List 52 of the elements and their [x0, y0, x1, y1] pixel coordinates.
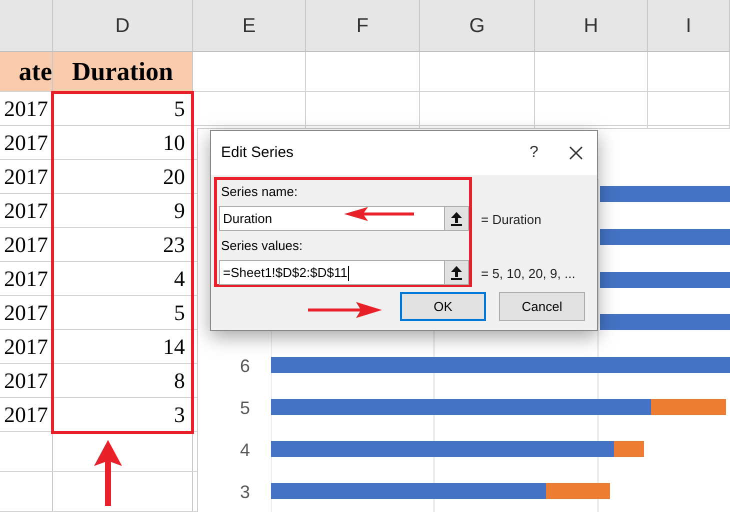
table-cell-text: 10 [163, 129, 185, 157]
table-cell-text: 3 [174, 401, 185, 429]
field-value: =Sheet1!$D$2:$D$11 [223, 264, 350, 282]
help-button[interactable]: ? [519, 141, 549, 165]
table-cell-text: 2017 [4, 129, 48, 157]
axis-label: 5 [240, 397, 250, 420]
up-arrow-icon [94, 440, 122, 506]
right-arrow-icon [308, 302, 382, 318]
table-cell-text: 9 [174, 197, 185, 225]
table-cell-text: 2017 [4, 163, 48, 191]
column-header[interactable]: H [584, 10, 598, 40]
column-header[interactable]: I [686, 10, 692, 40]
table-cell-text: 14 [163, 333, 185, 361]
close-icon[interactable] [569, 146, 583, 160]
table-cell-text: 23 [163, 231, 185, 259]
input-field[interactable]: Duration [219, 206, 469, 231]
axis-label: 4 [240, 439, 250, 462]
column-header[interactable]: G [469, 10, 485, 40]
upload-arrow-icon [451, 266, 462, 280]
table-cell-text: Duration [72, 56, 174, 88]
table-cell-text: 2017 [4, 333, 48, 361]
table-cell-text: 2017 [4, 401, 48, 429]
table-cell-text: 2017 [4, 95, 48, 123]
table-cell-text: ate [18, 56, 52, 88]
collapse-button[interactable] [444, 207, 468, 230]
table-cell-text: 20 [163, 163, 185, 191]
field-value: Duration [223, 210, 272, 228]
dialog-button[interactable]: OK [400, 292, 486, 321]
table-cell-text: 5 [174, 299, 185, 327]
preview-text: = Duration [481, 211, 542, 229]
column-header[interactable]: D [115, 10, 130, 40]
field-label: Series name: [221, 183, 298, 201]
table-cell-text: 4 [174, 265, 185, 293]
axis-label: 6 [240, 355, 250, 378]
field-label: Series values: [221, 237, 303, 255]
input-field[interactable]: =Sheet1!$D$2:$D$11 [219, 260, 469, 285]
dialog-button[interactable]: Cancel [499, 292, 585, 321]
column-header[interactable]: F [356, 10, 369, 40]
collapse-button[interactable] [444, 261, 468, 284]
table-cell-text: 2017 [4, 231, 48, 259]
column-header[interactable]: E [242, 10, 256, 40]
table-cell-text: 2017 [4, 299, 48, 327]
axis-label: 3 [240, 481, 250, 504]
table-cell-text: 2017 [4, 265, 48, 293]
table-cell-text: 5 [174, 95, 185, 123]
window-title: Edit Series [221, 142, 295, 163]
table-cell-text: 2017 [4, 367, 48, 395]
upload-arrow-icon [451, 212, 462, 226]
preview-text: = 5, 10, 20, 9, ... [481, 265, 576, 283]
table-cell-text: 2017 [4, 197, 48, 225]
left-arrow-icon [344, 207, 414, 221]
table-cell-text: 8 [174, 367, 185, 395]
